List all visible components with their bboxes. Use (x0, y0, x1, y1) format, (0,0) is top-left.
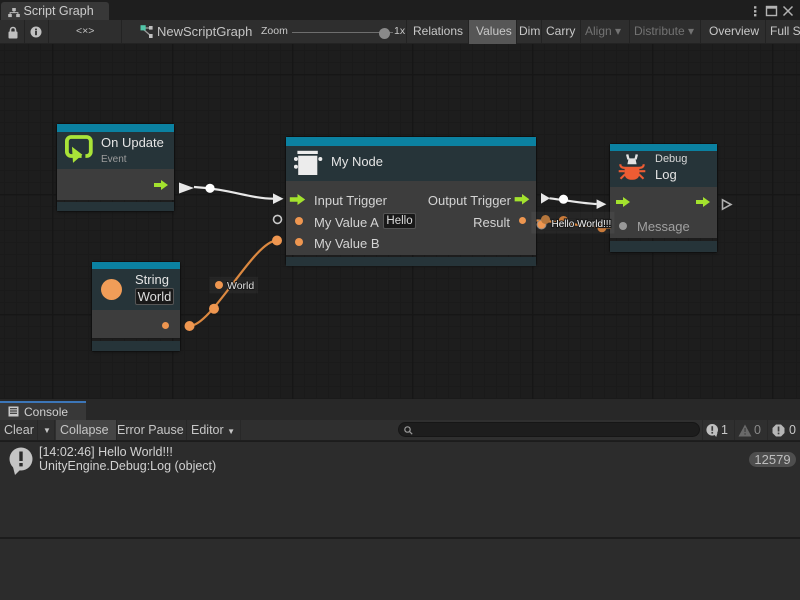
svg-text:World: World (227, 280, 254, 292)
svg-text:Hello World!!!: Hello World!!! (552, 219, 612, 230)
